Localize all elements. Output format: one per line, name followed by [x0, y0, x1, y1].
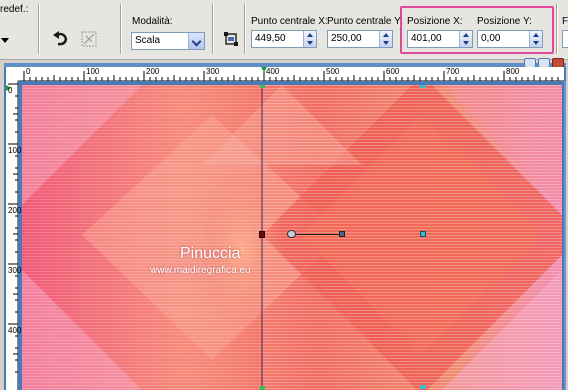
center-handle[interactable]	[420, 231, 426, 237]
watermark-name: Pinuccia	[180, 245, 241, 262]
ruler-label-v: 200	[8, 206, 22, 215]
corner-handle[interactable]	[260, 85, 265, 88]
top-handle[interactable]	[420, 85, 426, 88]
ruler-label-v: 400	[8, 326, 22, 335]
mode-value: Scala	[135, 35, 161, 46]
ruler-label-h: 400	[266, 67, 280, 76]
separator	[556, 4, 558, 54]
vertical-ruler[interactable]: 0 100 200 300 400	[6, 81, 22, 390]
spin-up-icon[interactable]	[383, 33, 389, 37]
separator	[212, 4, 214, 54]
reset-arrow-icon	[53, 31, 68, 46]
chevron-down-icon[interactable]	[188, 33, 204, 49]
pivot-handle[interactable]	[287, 230, 296, 238]
crop-to-selection-button[interactable]	[220, 28, 242, 50]
separator	[244, 4, 246, 54]
center-x-field[interactable]: 449,50	[251, 30, 317, 48]
ruler-label-h: 700	[446, 67, 460, 76]
ruler-label-h: 800	[506, 67, 520, 76]
flip-button[interactable]	[78, 28, 100, 50]
center-y-value: 250,00	[331, 33, 362, 44]
watermark-url: www.maidiregrafica.eu	[150, 265, 251, 276]
position-highlight-box	[400, 6, 554, 54]
spin-down-icon[interactable]	[383, 41, 389, 45]
mode-select[interactable]: Scala	[131, 32, 205, 50]
dropdown-arrow-icon	[1, 38, 9, 43]
rotation-handle[interactable]	[339, 231, 345, 237]
bounding-box-icon	[224, 32, 238, 46]
ruler-label-v: 100	[8, 146, 22, 155]
canvas-image[interactable]: Pinuccia www.maidiregrafica.eu	[22, 85, 562, 390]
spin-up-icon[interactable]	[307, 33, 313, 37]
center-y-spinner[interactable]	[379, 31, 392, 47]
ruler-label-h: 0	[26, 67, 31, 76]
ruler-label-h: 600	[386, 67, 400, 76]
window-border	[564, 81, 566, 390]
ruler-label-v: 0	[8, 86, 13, 95]
rotation-line	[290, 234, 342, 235]
ruler-ticks-h	[23, 67, 559, 81]
corner-handle[interactable]	[260, 386, 265, 390]
center-y-field[interactable]: 250,00	[327, 30, 393, 48]
bottom-handle[interactable]	[420, 385, 426, 389]
center-x-value: 449,50	[255, 33, 286, 44]
preset-label: redef.:	[0, 4, 29, 15]
mode-label: Modalità:	[132, 16, 173, 27]
horizontal-ruler[interactable]: 0 100 200 300 400 500 600 700 800	[18, 67, 564, 81]
transform-grid-icon	[81, 31, 97, 47]
reset-button[interactable]	[50, 28, 72, 50]
ruler-label-h: 300	[206, 67, 220, 76]
cut-field[interactable]	[562, 30, 568, 48]
ruler-label-v: 300	[8, 266, 22, 275]
image-window: 0 100 200 300 400 500 600 700 800 0 100 …	[4, 58, 566, 390]
separator	[120, 4, 122, 54]
cut-label: F	[562, 16, 568, 27]
preset-dropdown[interactable]	[0, 30, 10, 52]
tool-options-bar: redef.: Modalità: Scala Punto centrale X…	[0, 0, 568, 60]
transform-handle[interactable]	[259, 231, 265, 238]
ruler-label-h: 200	[146, 67, 160, 76]
ruler-ticks-v	[6, 83, 18, 373]
center-x-label: Punto centrale X:	[251, 16, 328, 27]
separator	[38, 4, 40, 54]
center-x-spinner[interactable]	[303, 31, 316, 47]
ruler-label-h: 100	[86, 67, 100, 76]
spin-down-icon[interactable]	[307, 41, 313, 45]
center-y-label: Punto centrale Y:	[327, 16, 403, 27]
ruler-label-h: 500	[326, 67, 340, 76]
ruler-corner	[6, 67, 18, 81]
